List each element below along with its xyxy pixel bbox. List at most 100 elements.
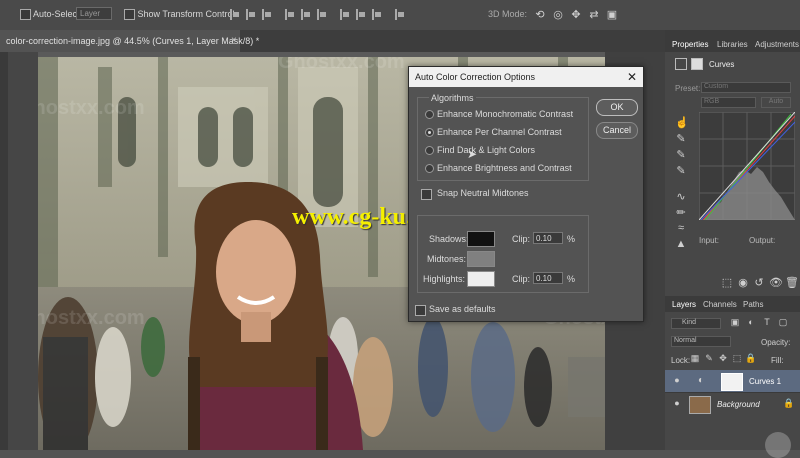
radio-brightness-contrast[interactable] [425, 164, 434, 173]
3d-orbit-icon[interactable]: ⟲ [534, 8, 546, 21]
filter-adjustment-icon[interactable]: ◐ [745, 317, 757, 327]
shadows-clip-label: Clip: [512, 234, 531, 244]
input-label: Input: [699, 236, 720, 245]
option-label[interactable]: Enhance Monochromatic Contrast [437, 109, 573, 119]
smooth-icon[interactable]: ≈ [675, 222, 687, 234]
shadows-clip-input[interactable]: 0.10 [533, 232, 563, 244]
lock-position-icon[interactable]: ✥ [717, 353, 729, 364]
blend-mode-dropdown[interactable]: Normal [671, 336, 731, 347]
view-previous-icon[interactable]: ◉ [737, 276, 749, 289]
layer-row-curves[interactable]: ● ◐ Curves 1 [665, 370, 800, 392]
align-right-icon[interactable] [262, 9, 272, 20]
clipping-warning-icon[interactable]: ▲ [675, 238, 687, 250]
3d-roll-icon[interactable]: ◎ [552, 8, 564, 21]
algorithms-label: Algorithms [429, 93, 476, 103]
watermark-text: Ghostxx.com [38, 97, 145, 119]
dialog-close-icon[interactable]: ✕ [627, 67, 637, 87]
fill-label: Fill: [771, 356, 784, 365]
visibility-icon[interactable]: 👁 [769, 276, 783, 289]
play-icon[interactable] [765, 432, 791, 458]
distribute-top-icon[interactable] [285, 9, 295, 20]
show-transform-checkbox[interactable]: Show Transform Controls [124, 9, 240, 21]
tab-channels[interactable]: Channels [703, 300, 737, 309]
distribute-bottom-icon[interactable] [317, 9, 327, 20]
midtones-color-swatch[interactable] [467, 251, 495, 267]
3d-pan-icon[interactable]: ✥ [570, 8, 582, 21]
snap-neutral-label: Snap Neutral Midtones [437, 188, 529, 198]
layer-row-background[interactable]: ● Background 🔒 [665, 392, 800, 415]
tab-paths[interactable]: Paths [743, 300, 763, 309]
lock-pixels-icon[interactable]: ▦ [689, 353, 701, 364]
distribute-hcenter-icon[interactable] [356, 9, 366, 20]
lock-all-icon[interactable]: 🔒 [745, 353, 757, 364]
filter-shape-icon[interactable]: ▢ [777, 317, 789, 328]
eyedropper-gray-icon[interactable]: ✎ [675, 148, 687, 161]
distribute-left-icon[interactable] [340, 9, 350, 20]
auto-select-dropdown[interactable]: Layer [76, 7, 112, 20]
auto-button[interactable]: Auto [761, 97, 791, 108]
lock-label: Lock: [671, 356, 691, 365]
pencil-icon[interactable]: ✏ [675, 206, 687, 219]
3d-scale-icon[interactable]: ▣ [606, 8, 618, 21]
option-label[interactable]: Enhance Brightness and Contrast [437, 163, 572, 173]
dialog-title: Auto Color Correction Options [409, 67, 643, 87]
distribute-middle-icon[interactable] [301, 9, 311, 20]
highlights-color-swatch[interactable] [467, 271, 495, 287]
layer-name[interactable]: Background [717, 400, 760, 409]
shadows-color-swatch[interactable] [467, 231, 495, 247]
radio-monochromatic[interactable] [425, 110, 434, 119]
delete-icon[interactable]: 🗑 [785, 276, 799, 289]
auto-align-icon[interactable] [395, 9, 405, 20]
auto-select-checkbox[interactable]: Auto-Select: [20, 9, 82, 21]
layer-filter-dropdown[interactable]: Kind [671, 318, 721, 329]
3d-slide-icon[interactable]: ⇄ [588, 8, 600, 21]
layer-name[interactable]: Curves 1 [749, 377, 781, 386]
show-transform-label: Show Transform Controls [137, 9, 240, 19]
tab-properties[interactable]: Properties [672, 40, 708, 49]
3d-mode-label: 3D Mode: [488, 9, 528, 19]
target-adjust-icon[interactable]: ☝ [675, 116, 689, 129]
layer-mask-icon[interactable] [691, 58, 703, 70]
lock-artboard-icon[interactable]: ⬚ [731, 353, 743, 364]
highlights-clip-label: Clip: [512, 274, 531, 284]
cancel-button[interactable]: Cancel [596, 122, 638, 139]
save-defaults-checkbox[interactable] [415, 304, 426, 316]
tab-adjustments[interactable]: Adjustments [755, 40, 799, 49]
radio-per-channel[interactable] [425, 128, 434, 137]
tab-layers[interactable]: Layers [672, 300, 696, 309]
option-label[interactable]: Find Dark & Light Colors [437, 145, 535, 155]
mouse-cursor-icon: ➤ [467, 147, 478, 161]
curves-graph[interactable] [699, 112, 795, 220]
radio-dark-light[interactable] [425, 146, 434, 155]
lock-icon: 🔒 [783, 398, 795, 408]
panel-title: Curves [709, 60, 735, 69]
reset-icon[interactable]: ↺ [753, 276, 765, 289]
visibility-eye-icon[interactable]: ● [671, 375, 683, 385]
save-defaults-label: Save as defaults [429, 304, 496, 314]
visibility-eye-icon[interactable]: ● [671, 398, 683, 408]
shadows-percent-label: % [567, 234, 576, 244]
align-left-icon[interactable] [230, 9, 240, 20]
tab-libraries[interactable]: Libraries [717, 40, 748, 49]
distribute-right-icon[interactable] [372, 9, 382, 20]
align-center-icon[interactable] [246, 9, 256, 20]
option-label[interactable]: Enhance Per Channel Contrast [437, 127, 562, 137]
layer-mask-thumbnail[interactable] [721, 373, 743, 391]
eyedropper-white-icon[interactable]: ✎ [675, 164, 687, 177]
document-tab[interactable]: color-correction-image.jpg @ 44.5% (Curv… [0, 30, 259, 52]
eyedropper-black-icon[interactable]: ✎ [675, 132, 687, 145]
output-label: Output: [749, 236, 776, 245]
lock-paint-icon[interactable]: ✎ [703, 353, 715, 364]
shadows-label: Shadows: [429, 234, 469, 244]
close-tab-icon[interactable]: × [231, 30, 237, 52]
filter-type-icon[interactable]: T [761, 317, 773, 327]
curve-point-icon[interactable]: ∿ [675, 190, 687, 203]
snap-neutral-checkbox[interactable] [421, 188, 432, 200]
highlights-clip-input[interactable]: 0.10 [533, 272, 563, 284]
ok-button[interactable]: OK [596, 99, 638, 116]
channel-dropdown[interactable]: RGB [701, 97, 756, 108]
options-bar: Auto-Select: Layer Show Transform Contro… [0, 0, 800, 31]
filter-pixel-icon[interactable]: ▣ [729, 317, 741, 328]
preset-dropdown[interactable]: Custom [701, 82, 791, 93]
clip-to-layer-icon[interactable]: ⬚ [721, 276, 733, 289]
